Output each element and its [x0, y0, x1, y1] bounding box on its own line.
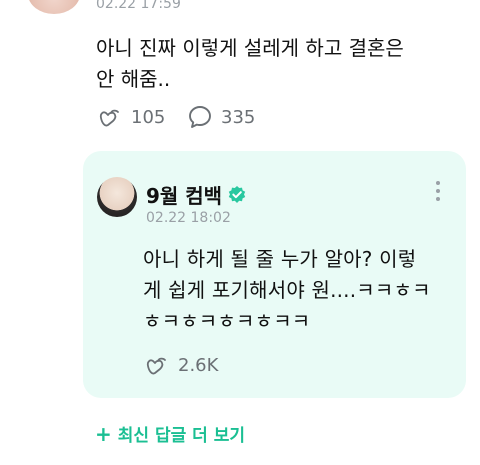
heart-hand-icon	[99, 109, 119, 127]
more-vertical-icon[interactable]	[436, 181, 440, 201]
post-timestamp: 02.22 17:59	[96, 0, 181, 12]
comment-button[interactable]: 335	[187, 104, 255, 130]
reply-like-button[interactable]: 2.6K	[144, 352, 218, 378]
reply-text-line-1: 아니 하게 될 줄 누가 알아? 이렇	[143, 247, 417, 271]
more-replies-link[interactable]: + 최신 답글 더 보기	[95, 421, 246, 447]
reply-author[interactable]: 9월 컴백	[146, 180, 247, 209]
reply-author-name: 9월 컴백	[146, 184, 223, 208]
plus-icon: +	[95, 421, 112, 446]
reply-like-count: 2.6K	[178, 354, 219, 376]
author-avatar[interactable]	[28, 0, 80, 14]
speech-bubble-icon	[189, 106, 211, 128]
post-text-line-1: 아니 진짜 이렇게 설레게 하고 결혼은	[96, 36, 404, 60]
reply-text-line-3: ㅎㅋㅎㅋㅎㅋㅎㅋㅋ	[143, 309, 311, 333]
like-count: 105	[131, 106, 166, 128]
like-button[interactable]: 105	[97, 104, 165, 130]
verified-badge-icon	[228, 185, 246, 203]
reply-author-avatar[interactable]	[97, 177, 137, 217]
post-text-line-2: 안 해줌..	[96, 67, 171, 91]
reply-text: 아니 하게 될 줄 누가 알아? 이렇 게 쉽게 포기해서야 원....ㅋㅋㅎㅋ…	[143, 244, 431, 337]
post-text: 아니 진짜 이렇게 설레게 하고 결혼은 안 해줌..	[96, 33, 404, 95]
reply-text-line-2: 게 쉽게 포기해서야 원....ㅋㅋㅎㅋ	[143, 278, 431, 302]
more-replies-label: 최신 답글 더 보기	[117, 426, 246, 446]
comment-count: 335	[221, 106, 256, 128]
heart-hand-icon	[146, 357, 166, 375]
reply-timestamp: 02.22 18:02	[146, 210, 231, 226]
